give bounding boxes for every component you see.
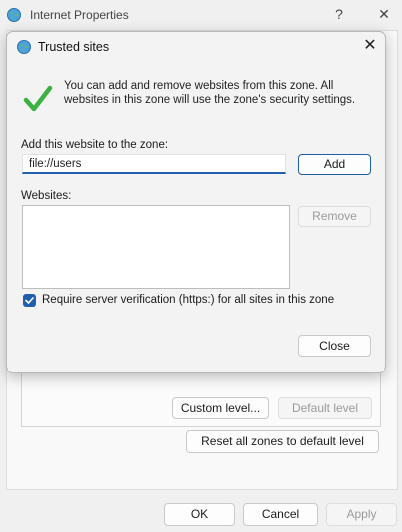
website-input[interactable] xyxy=(22,154,286,174)
https-checkbox-label[interactable]: Require server verification (https:) for… xyxy=(42,294,334,306)
help-button[interactable]: ? xyxy=(331,6,347,22)
dialog-close-button[interactable]: ✕ xyxy=(361,37,379,55)
add-button[interactable]: Add xyxy=(298,154,371,175)
websites-list[interactable] xyxy=(22,205,290,289)
cancel-button[interactable]: Cancel xyxy=(243,503,318,526)
window-title: Internet Properties xyxy=(30,8,129,22)
checkbox-check-icon xyxy=(25,297,34,304)
websites-label: Websites: xyxy=(21,190,72,202)
remove-button[interactable]: Remove xyxy=(298,206,371,227)
checkmark-icon xyxy=(23,85,53,112)
close-button[interactable]: Close xyxy=(298,335,371,357)
add-website-label: Add this website to the zone: xyxy=(21,139,169,151)
reset-all-zones-button[interactable]: Reset all zones to default level xyxy=(186,430,379,453)
globe-icon xyxy=(17,40,31,54)
dialog-titlebar[interactable]: Trusted sites ✕ xyxy=(7,32,385,62)
apply-button[interactable]: Apply xyxy=(326,503,397,526)
https-checkbox[interactable] xyxy=(23,294,36,307)
default-level-button[interactable]: Default level xyxy=(278,397,372,419)
trusted-sites-dialog: Trusted sites ✕ You can add and remove w… xyxy=(6,31,386,373)
zone-info-text: You can add and remove websites from thi… xyxy=(64,80,356,106)
window-close-button[interactable]: ✕ xyxy=(376,6,392,22)
globe-icon xyxy=(7,8,21,22)
custom-level-button[interactable]: Custom level... xyxy=(172,397,269,419)
dialog-title: Trusted sites xyxy=(38,40,110,54)
ok-button[interactable]: OK xyxy=(164,503,235,526)
